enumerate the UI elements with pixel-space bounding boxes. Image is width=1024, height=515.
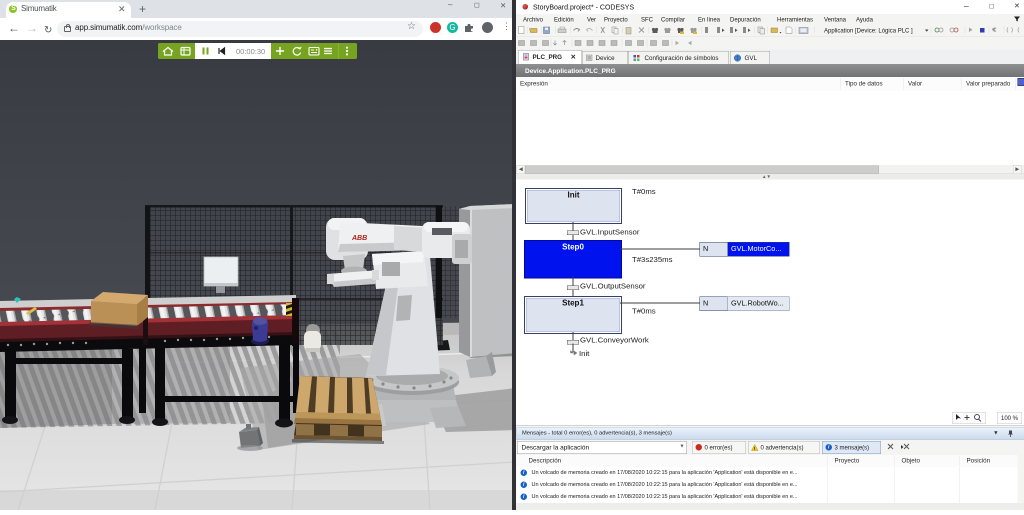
svg-text:ABB: ABB xyxy=(351,235,367,242)
svg-text:00:00:30: 00:00:30 xyxy=(236,47,265,56)
svg-text:Application [Device: Lógica PL: Application [Device: Lógica PLC ] xyxy=(824,29,913,35)
